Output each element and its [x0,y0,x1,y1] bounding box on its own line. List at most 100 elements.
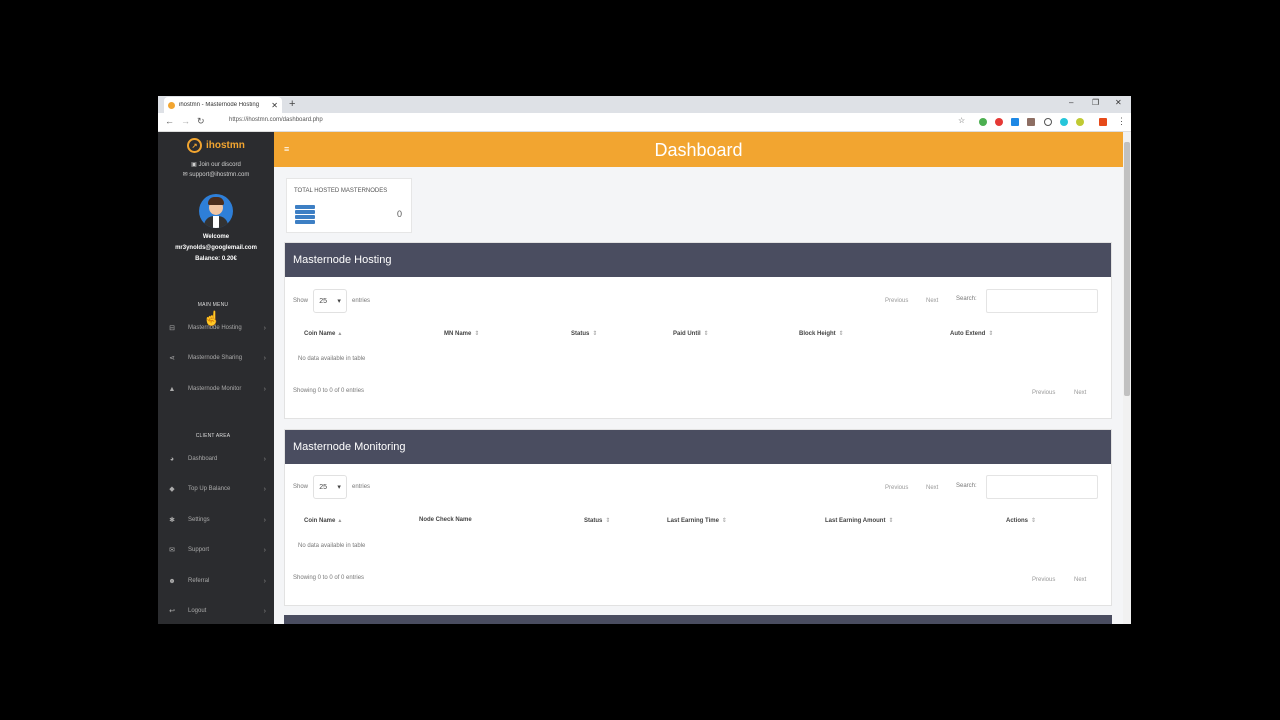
logo-icon: ↗ [187,138,202,153]
table-info: Showing 0 to 0 of 0 entries [293,575,365,581]
stat-label: TOTAL HOSTED MASTERNODES [294,188,388,194]
sidebar-item-logout[interactable]: ↩ Logout › [158,602,274,620]
page: ↗ ihostmn ▣ Join our discord ✉ support@i… [158,132,1131,624]
sidebar-item-dashboard[interactable]: ◕ Dashboard › [158,450,274,468]
chevron-down-icon: ▾ [337,484,341,491]
page-scrollbar[interactable] [1123,132,1131,624]
column-header[interactable]: Last Earning Time ⇕ [667,517,727,524]
entries-length-control: Show 25 ▾ entries [293,289,370,313]
url-field[interactable]: https://ihostmn.com/dashboard.php [229,117,323,123]
next-button[interactable]: Next [926,485,938,491]
previous-button[interactable]: Previous [1032,390,1055,396]
chevron-right-icon: › [263,516,266,524]
sidebar-item-masternode-monitor[interactable]: ▲ Masternode Monitor › [158,380,274,398]
next-button[interactable]: Next [926,298,938,304]
search-input[interactable] [986,289,1098,313]
user-email: mr3ynolds@googlemail.com [175,245,257,251]
maximize-button[interactable]: ❐ [1092,98,1099,107]
column-header[interactable]: Actions ⇕ [1006,517,1036,524]
previous-button[interactable]: Previous [885,485,908,491]
sort-icon: ⇕ [1031,518,1037,524]
chevron-right-icon: › [263,385,266,393]
column-header[interactable]: Status ⇕ [584,517,610,524]
discord-link[interactable]: ▣ Join our discord [158,161,274,168]
support-email-link[interactable]: ✉ support@ihostmn.com [158,171,274,178]
minimize-button[interactable]: – [1069,98,1073,107]
window-close-button[interactable]: ✕ [1115,98,1122,107]
table-info: Showing 0 to 0 of 0 entries [293,388,365,394]
column-header[interactable]: Coin Name ▴ [304,330,341,337]
column-header[interactable]: Last Earning Amount ⇕ [825,517,893,524]
sidebar-item-top-up-balance[interactable]: ◆ Top Up Balance › [158,480,274,498]
tab-bar: ihostmn - Masternode Hosting ✕ + – ❐ ✕ [158,96,1131,113]
next-button[interactable]: Next [1074,390,1086,396]
sidebar-item-referral[interactable]: ☻ Referral › [158,572,274,590]
balance: Balance: 0.20€ [195,256,237,262]
column-header[interactable]: Status ⇕ [571,330,597,337]
panel-header [284,615,1112,624]
stat-value: 0 [396,209,402,219]
scrollbar-thumb[interactable] [1124,142,1130,396]
next-button[interactable]: Next [1074,577,1086,583]
extension-icon[interactable] [1060,118,1068,126]
previous-button[interactable]: Previous [1032,577,1055,583]
dashboard-icon: ◕ [169,455,175,463]
entries-select[interactable]: 25 ▾ [313,289,348,313]
column-header[interactable]: Paid Until ⇕ [673,330,709,337]
logo[interactable]: ↗ ihostmn [187,138,245,153]
sort-asc-icon: ▴ [338,331,342,337]
column-header[interactable]: Auto Extend ⇕ [950,330,993,337]
sort-icon: ⇕ [838,331,844,337]
entries-select[interactable]: 25 ▾ [313,475,348,499]
menu-dots-icon[interactable]: ⋮ [1117,116,1126,127]
page-title: Dashboard [654,140,743,160]
client-area-title: CLIENT AREA [195,433,231,439]
sort-icon: ⇕ [703,331,709,337]
tag-icon: ◆ [169,486,175,493]
chevron-right-icon: › [263,577,266,585]
sort-icon: ⇕ [592,331,598,337]
sidebar-item-settings[interactable]: ✱ Settings › [158,511,274,529]
sidebar-item-masternode-sharing[interactable]: ⋖ Masternode Sharing › [158,349,274,367]
tab-title: ihostmn - Masternode Hosting [179,102,260,108]
envelope-icon: ✉ [169,547,175,554]
panel-title: Masternode Monitoring [293,441,406,453]
extension-icon[interactable] [979,118,987,126]
column-header[interactable]: Block Height ⇕ [799,330,844,337]
tab-close-icon[interactable]: ✕ [271,101,278,110]
sort-icon: ⇕ [888,518,894,524]
back-icon[interactable]: ← [165,116,174,126]
extension-icon[interactable] [1011,118,1019,126]
previous-button[interactable]: Previous [885,298,908,304]
favicon-icon [168,101,175,109]
bookmark-star-icon[interactable]: ☆ [958,116,965,125]
chevron-right-icon: › [263,455,266,463]
chevron-right-icon: › [263,324,266,332]
stat-card-total-masternodes: TOTAL HOSTED MASTERNODES 0 [286,178,412,233]
extension-icon[interactable] [1076,118,1084,126]
masternode-hosting-panel: Masternode Hosting Show 25 ▾ entries Pre… [284,242,1112,419]
browser-tab[interactable]: ihostmn - Masternode Hosting ✕ [164,97,282,113]
panel-header: Masternode Monitoring [285,430,1111,464]
forward-icon[interactable]: → [181,116,190,126]
column-header[interactable]: Node Check Name [419,517,472,523]
logout-icon: ↩ [169,608,175,615]
extension-icon[interactable] [1099,118,1107,126]
chart-icon: ▲ [168,385,176,393]
sidebar-item-support[interactable]: ✉ Support › [158,541,274,559]
sort-icon: ⇕ [721,518,727,524]
reload-icon[interactable]: ↻ [197,116,205,127]
masternode-monitoring-panel: Masternode Monitoring Show 25 ▾ entries … [284,429,1112,606]
extension-icon[interactable] [1027,118,1035,126]
search-input[interactable] [986,475,1098,499]
pinterest-icon[interactable] [995,118,1003,126]
extension-icon[interactable] [1044,118,1052,126]
browser-window: ihostmn - Masternode Hosting ✕ + – ❐ ✕ ←… [158,96,1131,624]
search-label: Search: [956,483,977,489]
column-header[interactable]: MN Name ⇕ [444,330,479,337]
users-icon: ☻ [168,577,176,585]
column-header[interactable]: Coin Name ▴ [304,517,341,524]
new-tab-button[interactable]: + [289,98,295,110]
sort-icon: ⇕ [474,331,480,337]
avatar [199,194,233,228]
